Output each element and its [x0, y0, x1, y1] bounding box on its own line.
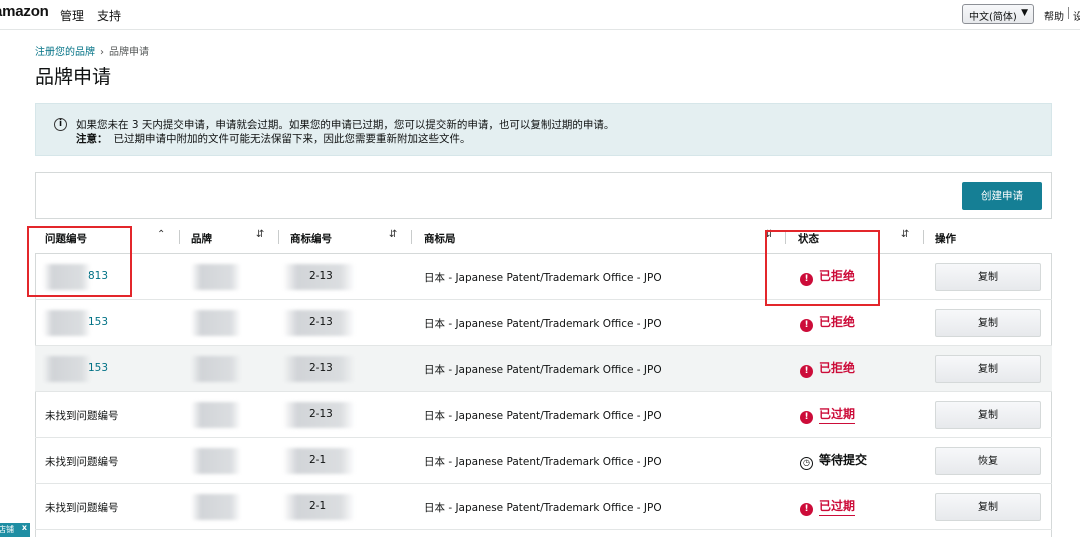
sort-icon[interactable]: ⇵: [256, 229, 264, 240]
redacted-brand: [191, 402, 241, 428]
trademark-number: 2-13: [309, 270, 333, 282]
error-icon: !: [800, 365, 813, 378]
table-row: 813 2-13 日本 - Japanese Patent/Trademark …: [35, 254, 1052, 300]
restore-button[interactable]: 恢复: [935, 447, 1041, 475]
redacted-brand: [191, 310, 241, 336]
table-row: 153 2-13 日本 - Japanese Patent/Trademark …: [35, 346, 1052, 392]
column-divider: [923, 230, 924, 244]
redacted-case-id: [43, 310, 91, 336]
status-badge: ! 已拒绝: [800, 359, 855, 378]
floating-store-badge[interactable]: 店铺 x: [0, 523, 30, 537]
table-header: 问题编号 ⌃ 品牌 ⇵ 商标编号 ⇵ 商标局 ⇵ 状态 ⇵ 操作: [35, 218, 1052, 254]
close-icon[interactable]: x: [22, 521, 27, 535]
redacted-brand: [191, 264, 241, 290]
clock-icon: ◷: [800, 457, 813, 470]
table-row: 未找到问题编号 2-1 日本 - Japanese Patent/Tradema…: [35, 484, 1052, 530]
info-icon: i: [54, 118, 67, 131]
floating-badge-label: 店铺: [0, 525, 14, 534]
status-badge[interactable]: ! 已过期: [800, 497, 856, 516]
annotation-box-case-id: [27, 226, 132, 297]
trademark-office: 日本 - Japanese Patent/Trademark Office - …: [424, 502, 662, 514]
error-icon: !: [800, 503, 813, 516]
status-badge: ◷ 等待提交: [800, 451, 867, 470]
amazon-logo[interactable]: amazon: [0, 3, 49, 20]
col-header-trademark-office[interactable]: 商标局: [424, 231, 456, 246]
nav-support-link[interactable]: 支持: [97, 7, 121, 24]
case-id-not-found: 未找到问题编号: [45, 456, 119, 468]
info-note-text: 已过期申请中附加的文件可能无法保留下来，因此您需要重新附加这些文件。: [113, 133, 471, 145]
copy-button[interactable]: 复制: [935, 263, 1041, 291]
column-divider: [278, 230, 279, 244]
trademark-office: 日本 - Japanese Patent/Trademark Office - …: [424, 364, 662, 376]
case-id-link[interactable]: 153: [88, 362, 108, 374]
error-icon: !: [800, 411, 813, 424]
case-id-not-found: 未找到问题编号: [45, 502, 119, 514]
chevron-down-icon: ▼: [1021, 8, 1028, 18]
annotation-box-status: [765, 230, 880, 306]
trademark-office: 日本 - Japanese Patent/Trademark Office - …: [424, 272, 662, 284]
breadcrumb-chevron-icon: ›: [100, 47, 104, 58]
redacted-case-id: [43, 356, 91, 382]
create-application-button[interactable]: 创建申请: [962, 182, 1042, 210]
sort-icon[interactable]: ⇵: [389, 229, 397, 240]
error-icon: !: [800, 319, 813, 332]
redacted-brand: [191, 448, 241, 474]
top-nav-bar: amazon 管理 支持 中文(简体) ▼ 帮助 设: [0, 0, 1080, 30]
status-text: 已过期: [819, 407, 856, 424]
trademark-number: 2-1: [309, 500, 327, 512]
info-alert: i 如果您未在 3 天内提交申请，申请就会过期。如果您的申请已过期，您可以提交新…: [35, 103, 1052, 156]
copy-button[interactable]: 复制: [935, 355, 1041, 383]
status-text: 已拒绝: [819, 361, 856, 375]
breadcrumb: 注册您的品牌 › 品牌申请: [35, 43, 149, 58]
copy-button[interactable]: 复制: [935, 309, 1041, 337]
table-row: 未找到问题编号 2-1 日本 - Japanese Patent/Tradema…: [35, 438, 1052, 484]
redacted-brand: [191, 356, 241, 382]
trademark-number: 2-13: [309, 316, 333, 328]
status-badge: ! 已拒绝: [800, 313, 855, 332]
sort-icon[interactable]: ⇵: [901, 229, 909, 240]
column-divider: [411, 230, 412, 244]
trademark-number: 2-13: [309, 362, 333, 374]
copy-button[interactable]: 复制: [935, 493, 1041, 521]
breadcrumb-parent-link[interactable]: 注册您的品牌: [35, 47, 95, 58]
status-text: 已过期: [819, 499, 856, 516]
info-note: 注意： 已过期申请中附加的文件可能无法保留下来，因此您需要重新附加这些文件。: [76, 131, 471, 146]
status-text: 已拒绝: [819, 315, 856, 329]
language-select-value: 中文(简体): [969, 12, 1017, 23]
help-link[interactable]: 帮助: [1044, 8, 1064, 23]
trademark-number: 2-13: [309, 408, 333, 420]
settings-link[interactable]: 设: [1073, 8, 1080, 23]
column-divider: [179, 230, 180, 244]
nav-manage-link[interactable]: 管理: [60, 7, 84, 24]
case-id-link[interactable]: 153: [88, 316, 108, 328]
nav-divider: [1068, 7, 1069, 19]
language-select[interactable]: 中文(简体) ▼: [962, 4, 1034, 24]
info-message: 如果您未在 3 天内提交申请，申请就会过期。如果您的申请已过期，您可以提交新的申…: [76, 119, 615, 131]
status-text: 等待提交: [819, 453, 868, 467]
breadcrumb-current: 品牌申请: [109, 47, 149, 58]
copy-button[interactable]: 复制: [935, 401, 1041, 429]
trademark-office: 日本 - Japanese Patent/Trademark Office - …: [424, 410, 662, 422]
sort-asc-icon[interactable]: ⌃: [157, 229, 165, 240]
info-note-label: 注意：: [76, 133, 108, 145]
case-id-not-found: 未找到问题编号: [45, 410, 119, 422]
table-row: 153 2-13 日本 - Japanese Patent/Trademark …: [35, 300, 1052, 346]
col-header-brand[interactable]: 品牌: [191, 231, 212, 246]
table-row: 未找到问题编号 2-13 日本 - Japanese Patent/Tradem…: [35, 392, 1052, 438]
trademark-number: 2-1: [309, 454, 327, 466]
trademark-office: 日本 - Japanese Patent/Trademark Office - …: [424, 456, 662, 468]
redacted-brand: [191, 494, 241, 520]
col-header-actions: 操作: [935, 233, 956, 245]
status-badge[interactable]: ! 已过期: [800, 405, 856, 424]
trademark-office: 日本 - Japanese Patent/Trademark Office - …: [424, 318, 662, 330]
page-title: 品牌申请: [35, 66, 112, 88]
col-header-trademark-number[interactable]: 商标编号: [290, 231, 332, 246]
